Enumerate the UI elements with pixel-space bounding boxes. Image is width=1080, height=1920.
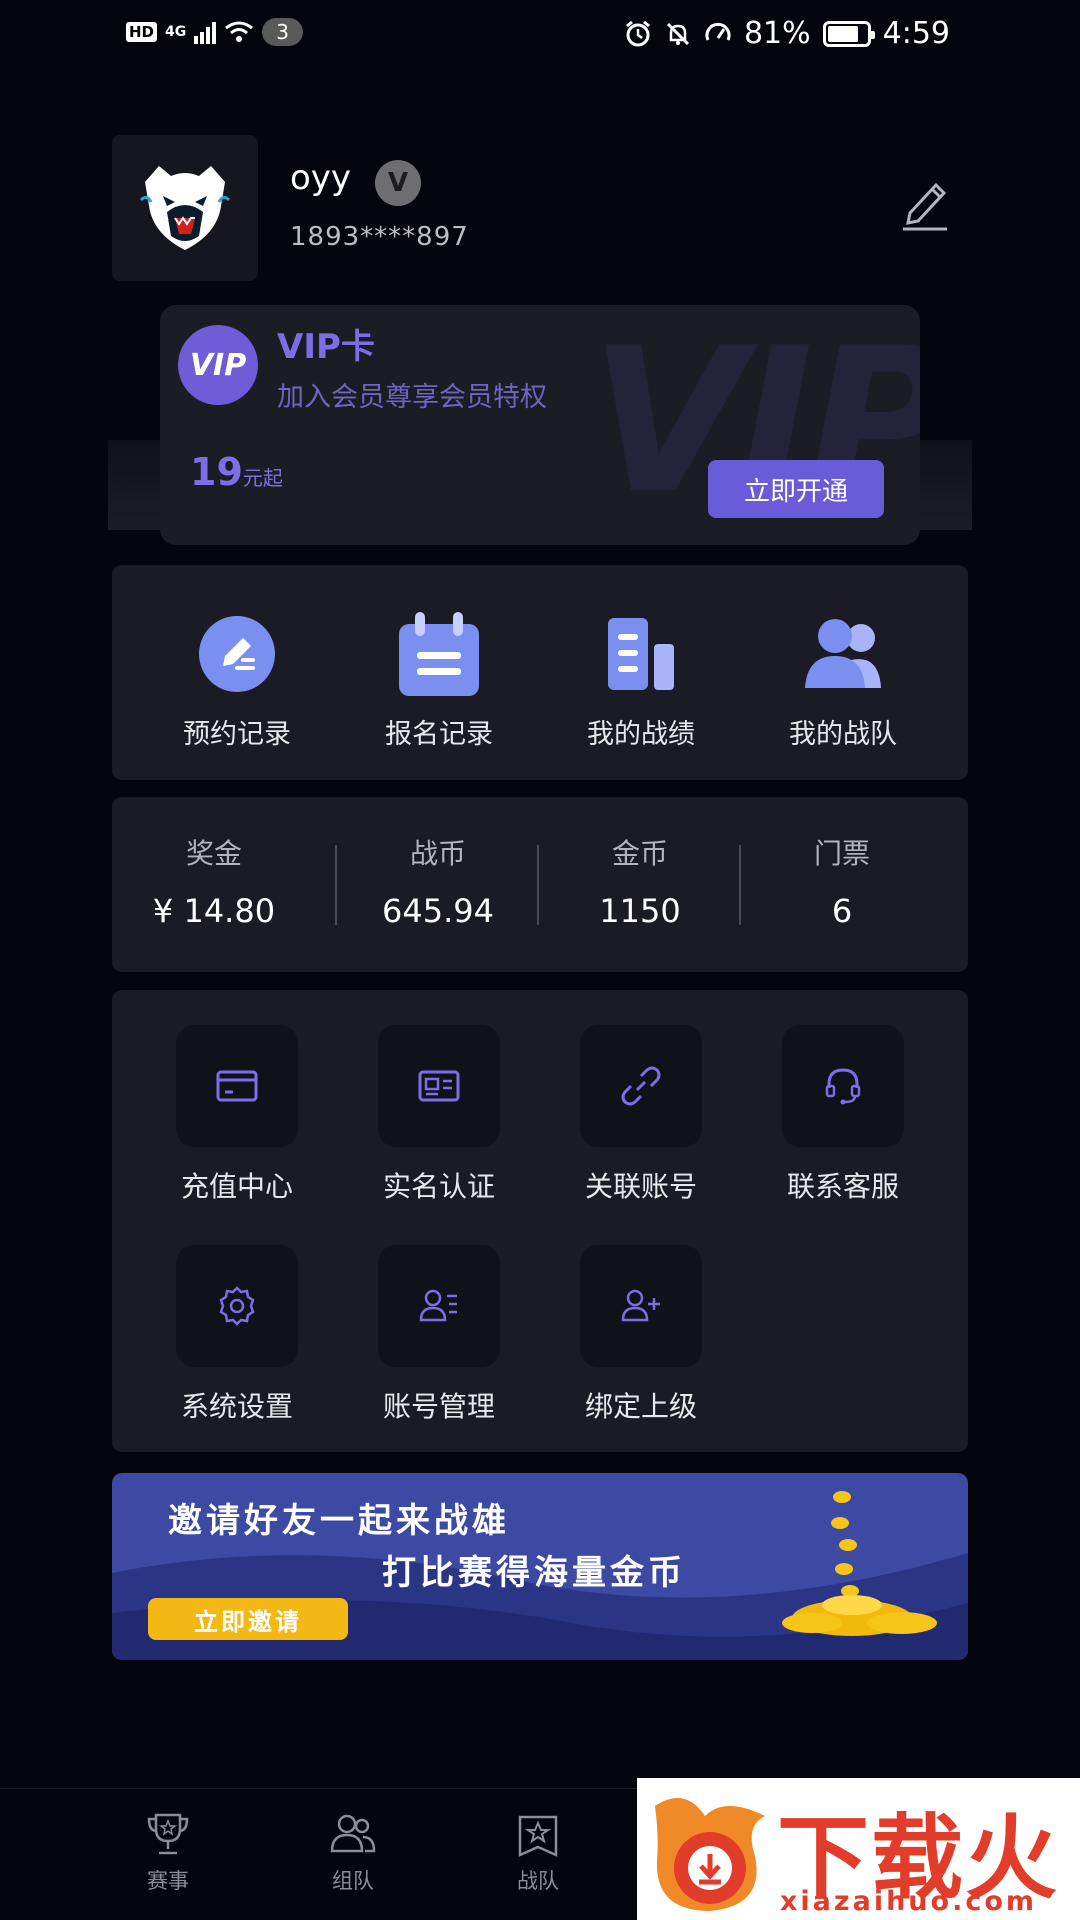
team-star-icon [518, 1815, 558, 1857]
battery-icon [822, 20, 875, 47]
flame-logo-icon [655, 1798, 765, 1911]
status-bar: HD 4G 3 81% 4:59 [0, 0, 1080, 70]
tool-label: 联系客服 [786, 1170, 899, 1203]
nav-tab-team[interactable]: 战队 [478, 1811, 598, 1895]
tool-customer-service[interactable]: 联系客服 [768, 1025, 918, 1205]
stat-label: 奖金 [185, 837, 242, 870]
link-icon [621, 1066, 661, 1106]
battery-percent: 81% [743, 16, 811, 51]
tool-system-settings[interactable]: 系统设置 [162, 1245, 312, 1425]
tool-label: 关联账号 [584, 1170, 697, 1203]
divider [335, 845, 337, 925]
tool-account-management[interactable]: 账号管理 [364, 1245, 514, 1425]
nav-tab-label: 赛事 [147, 1869, 189, 1893]
card-icon [216, 1070, 258, 1102]
edit-profile-icon[interactable] [900, 175, 950, 231]
quick-action-label: 报名记录 [385, 719, 493, 750]
quick-action-label: 我的战绩 [587, 719, 695, 750]
divider [537, 845, 539, 925]
vip-open-button[interactable]: 立即开通 [708, 460, 884, 518]
stat-gold-coins[interactable]: 金币 1150 [540, 832, 740, 930]
trophy-icon [147, 1813, 189, 1855]
invite-line-2: 打比赛得海量金币 [382, 1553, 686, 1593]
headset-icon [825, 1068, 861, 1105]
wifi-icon [225, 21, 254, 42]
invite-now-button[interactable]: 立即邀请 [148, 1598, 348, 1640]
vip-price: 19元起 [190, 450, 283, 494]
invite-line-1: 邀请好友一起来战雄 [168, 1501, 510, 1541]
tool-label: 系统设置 [180, 1390, 293, 1423]
stat-bonus[interactable]: 奖金 ¥ 14.80 [114, 832, 314, 930]
avatar[interactable] [112, 135, 258, 281]
hd-indicator: HD [126, 22, 158, 42]
nav-tab-group[interactable]: 组队 [293, 1811, 413, 1895]
phone-number: 1893****897 [290, 222, 469, 252]
watermark-url: xiazaihuo.com [780, 1886, 1038, 1917]
tool-label: 账号管理 [382, 1390, 495, 1423]
username: oyy [290, 158, 352, 198]
vip-subtitle: 加入会员尊享会员特权 [277, 382, 547, 413]
vip-card[interactable]: VIP VIP VIP卡 加入会员尊享会员特权 19元起 立即开通 [160, 305, 920, 545]
quick-action-records[interactable]: 我的战绩 [566, 610, 716, 751]
bear-logo-icon [139, 166, 231, 250]
vip-logo-icon: VIP [178, 325, 258, 405]
stat-tickets[interactable]: 门票 6 [742, 832, 942, 930]
invite-banner[interactable]: 邀请好友一起来战雄 打比赛得海量金币 立即邀请 [112, 1473, 968, 1660]
mute-bell-icon [666, 22, 689, 45]
divider [739, 845, 741, 925]
speed-icon [705, 22, 731, 41]
signal-icon [194, 20, 217, 44]
calendar-icon [399, 612, 479, 696]
quick-action-team[interactable]: 我的战队 [768, 610, 918, 751]
id-card-icon [418, 1070, 460, 1102]
notification-count-badge: 3 [262, 18, 303, 46]
tool-label: 实名认证 [382, 1170, 495, 1203]
gear-icon [219, 1286, 255, 1326]
quick-action-label: 预约记录 [183, 719, 291, 750]
stat-label: 门票 [813, 837, 870, 870]
nav-tab-label: 战队 [517, 1869, 559, 1893]
team-icon [805, 619, 881, 688]
quick-action-registrations[interactable]: 报名记录 [364, 610, 514, 751]
stat-battle-coins[interactable]: 战币 645.94 [338, 832, 538, 930]
quick-action-label: 我的战队 [789, 719, 897, 750]
tool-real-name-verify[interactable]: 实名认证 [364, 1025, 514, 1205]
stat-value: 645.94 [382, 892, 494, 930]
vip-price-value: 19 [190, 450, 243, 494]
tool-label: 充值中心 [180, 1170, 293, 1203]
quick-action-reservations[interactable]: 预约记录 [162, 610, 312, 751]
stat-value: 6 [831, 892, 853, 930]
vip-price-unit: 元起 [242, 466, 283, 490]
stat-value: 1150 [599, 892, 681, 930]
clock: 4:59 [882, 16, 950, 51]
tool-linked-accounts[interactable]: 关联账号 [566, 1025, 716, 1205]
tool-label: 绑定上级 [584, 1390, 697, 1423]
nav-tab-label: 组队 [332, 1869, 374, 1893]
user-list-icon [419, 1289, 457, 1322]
vip-title: VIP卡 [277, 327, 375, 367]
tool-recharge-center[interactable]: 充值中心 [162, 1025, 312, 1205]
user-add-icon [621, 1289, 660, 1322]
group-icon [330, 1814, 376, 1853]
quick-actions-panel: 预约记录 报名记录 我的战绩 我的战队 [112, 565, 968, 780]
wallet-stats-panel: 奖金 ¥ 14.80 战币 645.94 金币 1150 门票 6 [112, 797, 968, 972]
pen-icon [199, 616, 275, 692]
site-watermark: 下载火 xiazaihuo.com [637, 1778, 1080, 1920]
verified-badge: V [375, 160, 421, 206]
alarm-icon [626, 20, 650, 46]
stat-value: ¥ 14.80 [152, 892, 276, 930]
tools-panel: 充值中心 实名认证 关联账号 联系客服 系统设置 账号管理 绑定上级 [112, 990, 968, 1452]
tool-bind-superior[interactable]: 绑定上级 [566, 1245, 716, 1425]
stat-label: 战币 [409, 837, 466, 870]
stat-label: 金币 [611, 837, 668, 870]
network-type: 4G [165, 24, 187, 40]
stats-icon [608, 618, 674, 690]
nav-tab-events[interactable]: 赛事 [108, 1811, 228, 1895]
gold-coins-icon [782, 1491, 937, 1636]
